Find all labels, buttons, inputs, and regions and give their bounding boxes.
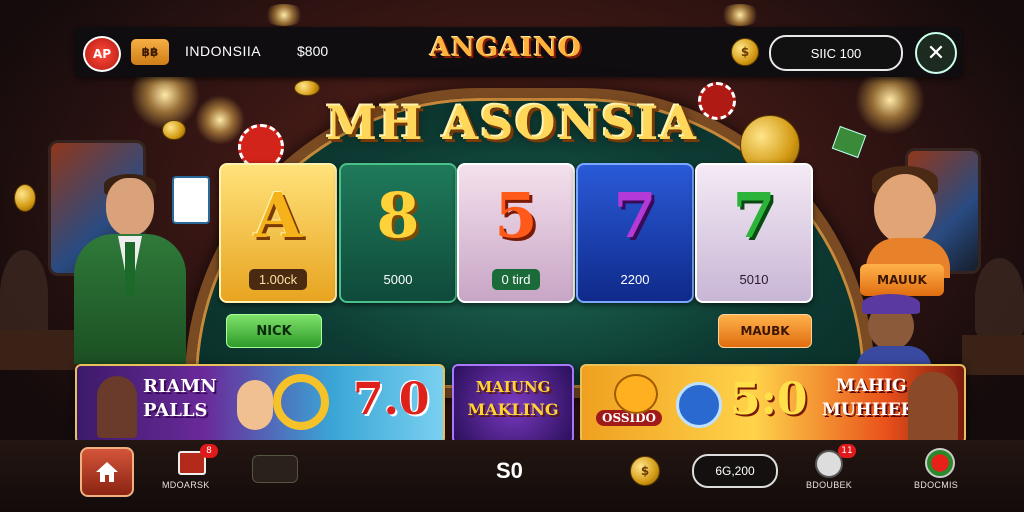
ceiling-light — [718, 4, 762, 26]
nav-item-bdocmis[interactable] — [922, 448, 958, 478]
banner-text: PALLS — [143, 400, 208, 421]
character-head — [874, 174, 936, 244]
promo-banner-2[interactable]: MAIUNG MAKLING — [452, 364, 574, 444]
reel-symbol: 7 — [613, 179, 657, 252]
coin-symbol: $ — [640, 464, 650, 478]
background-table — [0, 330, 78, 370]
coin-icon: $ — [731, 38, 759, 66]
character-cap — [862, 294, 920, 314]
ticket-icon — [252, 455, 298, 483]
region-label: INDONSIIA — [185, 43, 262, 59]
background-table — [962, 335, 1024, 375]
banner-character — [97, 376, 137, 438]
reel-card[interactable]: 7 5010 — [695, 163, 813, 303]
gold-coin-icon — [14, 184, 36, 212]
reel-symbol: 7 — [732, 179, 776, 252]
promo-banner-3[interactable]: OSSIDO 5:0 MAHIG MUHHEK — [580, 364, 966, 444]
reel-card[interactable]: 8 5000 — [339, 163, 457, 303]
nav-label: BDOUBEK — [806, 480, 853, 490]
notification-badge: 8 — [200, 444, 218, 458]
nav-label: MDOARSK — [162, 480, 210, 490]
bet-pill-button[interactable]: 6G,200 — [692, 454, 778, 488]
banner-value: 5:0 — [730, 374, 808, 425]
reel-value: 2200 — [578, 272, 692, 287]
top-bar: AP ฿฿ INDONSIIA $800 ANGAINO $ SIIC 100 … — [75, 27, 962, 77]
reel-value-text: 5000 — [383, 272, 413, 287]
nick-button[interactable]: NICK — [226, 314, 322, 348]
record-icon — [925, 448, 955, 478]
nav-item-placeholder[interactable] — [252, 455, 298, 483]
currency-badge[interactable]: ฿฿ — [131, 39, 169, 65]
home-button[interactable] — [80, 447, 134, 497]
spin-count: S0 — [496, 458, 523, 483]
banner-character — [908, 372, 958, 442]
banner-text: MAIUNG — [475, 378, 551, 396]
background-patron — [0, 250, 48, 340]
reel-card[interactable]: A 1.00ck — [219, 163, 337, 303]
reel-value: 1.00ck — [221, 269, 335, 290]
banner-text: RIAMN — [143, 376, 217, 397]
close-icon: ✕ — [926, 40, 946, 66]
character-tie — [125, 242, 135, 296]
reel-value: 5010 — [697, 272, 811, 287]
gold-coin-icon — [162, 120, 186, 140]
game-logo: ANGAINO — [430, 33, 582, 63]
banner-text: MAKLING — [467, 400, 559, 419]
duck-mascot — [614, 374, 658, 414]
player-character — [856, 292, 932, 376]
reel-card[interactable]: 7 2200 — [576, 163, 694, 303]
nav-label: BDOCMIS — [914, 480, 959, 490]
reel-value-text: 2200 — [620, 272, 650, 287]
reel-value: 5000 — [341, 272, 455, 287]
reel-symbol: A — [253, 179, 303, 252]
notification-badge: 11 — [838, 444, 856, 458]
banner-text: MAHIG — [836, 376, 907, 396]
app-badge-button[interactable]: AP — [83, 36, 121, 72]
ceiling-light — [262, 4, 306, 26]
maubk-button[interactable]: MAUBK — [718, 314, 812, 348]
host-character — [74, 174, 186, 364]
coin-icon: $ — [630, 456, 660, 486]
reel-value-text: 5010 — [739, 272, 769, 287]
credit-pill-button[interactable]: SIIC 100 — [769, 35, 903, 71]
swirl-icon — [273, 374, 329, 430]
promo-banner-1[interactable]: RIAMN PALLS 7.0 — [75, 364, 445, 444]
reel-value-text: 1.00ck — [248, 269, 308, 290]
balance-label: $800 — [297, 43, 329, 59]
game-title: MH ASONSIA — [326, 96, 698, 150]
character-head — [106, 178, 154, 236]
reel-symbol: 8 — [376, 179, 420, 252]
background-patron — [975, 258, 1024, 338]
home-icon — [96, 462, 118, 482]
swirl-icon — [676, 382, 722, 428]
gold-coin-icon — [294, 80, 320, 96]
casino-scene: AP ฿฿ INDONSIIA $800 ANGAINO $ SIIC 100 … — [0, 0, 1024, 512]
banner-mascot — [237, 380, 273, 430]
reel-card[interactable]: 5 0 tird — [457, 163, 575, 303]
banner-text: MUHHEK — [822, 400, 916, 420]
reel-symbol: 5 — [494, 179, 538, 252]
banner-value: 7.0 — [353, 374, 430, 425]
poker-chip-icon — [698, 82, 736, 120]
reel-value: 0 tird — [459, 269, 573, 290]
reel-value-text: 0 tird — [491, 269, 541, 290]
winner-character — [866, 166, 950, 278]
close-button[interactable]: ✕ — [915, 32, 957, 74]
